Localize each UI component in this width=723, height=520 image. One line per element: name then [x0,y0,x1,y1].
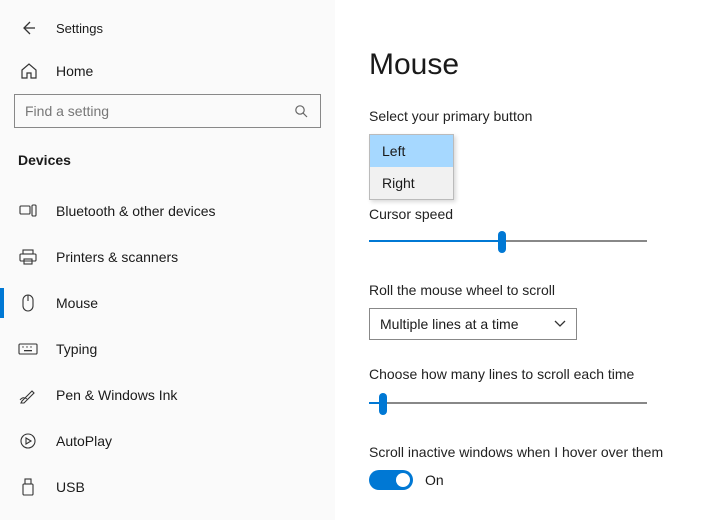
slider-track-active [369,240,502,242]
toggle-state-label: On [425,472,444,488]
scroll-mode-value: Multiple lines at a time [380,316,519,332]
settings-sidebar: Settings Home Devices Bluetooth & other … [0,0,335,520]
cursor-speed-slider[interactable] [369,230,647,252]
scroll-mode-label: Roll the mouse wheel to scroll [369,282,693,298]
sidebar-item-label: Mouse [56,295,98,311]
header-row: Settings [0,10,335,52]
pen-icon [18,385,38,405]
slider-thumb[interactable] [379,393,387,415]
sidebar-item-label: USB [56,479,85,495]
sidebar-item-label: Printers & scanners [56,249,178,265]
sidebar-item-mouse[interactable]: Mouse [0,280,335,326]
sidebar-item-pen[interactable]: Pen & Windows Ink [0,372,335,418]
autoplay-icon [18,431,38,451]
search-box[interactable] [14,94,321,128]
sidebar-item-autoplay[interactable]: AutoPlay [0,418,335,464]
sidebar-item-label: Pen & Windows Ink [56,387,177,403]
sidebar-item-bluetooth[interactable]: Bluetooth & other devices [0,188,335,234]
section-label: Devices [0,146,335,188]
inactive-scroll-toggle[interactable] [369,470,413,490]
dropdown-option-left[interactable]: Left [370,135,453,167]
mouse-icon [18,293,38,313]
page-title: Mouse [369,48,693,82]
home-icon [20,62,38,80]
cursor-speed-label: Cursor speed [369,206,693,222]
chevron-down-icon [554,320,566,328]
search-wrap [0,94,335,146]
sidebar-item-printers[interactable]: Printers & scanners [0,234,335,280]
slider-track-inactive [502,240,647,242]
sidebar-item-usb[interactable]: USB [0,464,335,510]
search-icon [294,104,310,118]
usb-icon [18,477,38,497]
sidebar-item-label: Bluetooth & other devices [56,203,216,219]
scroll-mode-select[interactable]: Multiple lines at a time [369,308,577,340]
home-nav[interactable]: Home [0,52,335,94]
home-label: Home [56,63,93,79]
primary-button-dropdown[interactable]: Left Right [369,134,454,200]
inactive-scroll-label: Scroll inactive windows when I hover ove… [369,444,693,460]
devices-icon [18,201,38,221]
scroll-lines-slider[interactable] [369,392,647,414]
slider-track-inactive [383,402,647,404]
inactive-toggle-row: On [369,470,693,490]
sidebar-item-label: Typing [56,341,97,357]
dropdown-list: Left Right [369,134,454,200]
nav-list: Bluetooth & other devices Printers & sca… [0,188,335,510]
header-title: Settings [56,21,103,36]
scroll-lines-label: Choose how many lines to scroll each tim… [369,366,693,382]
sidebar-item-label: AutoPlay [56,433,112,449]
sidebar-item-typing[interactable]: Typing [0,326,335,372]
main-content: Mouse Select your primary button Left Ri… [335,0,723,520]
printer-icon [18,247,38,267]
slider-thumb[interactable] [498,231,506,253]
keyboard-icon [18,339,38,359]
primary-button-label: Select your primary button [369,108,693,124]
back-button[interactable] [18,18,38,38]
search-input[interactable] [25,103,294,119]
dropdown-option-right[interactable]: Right [370,167,453,199]
